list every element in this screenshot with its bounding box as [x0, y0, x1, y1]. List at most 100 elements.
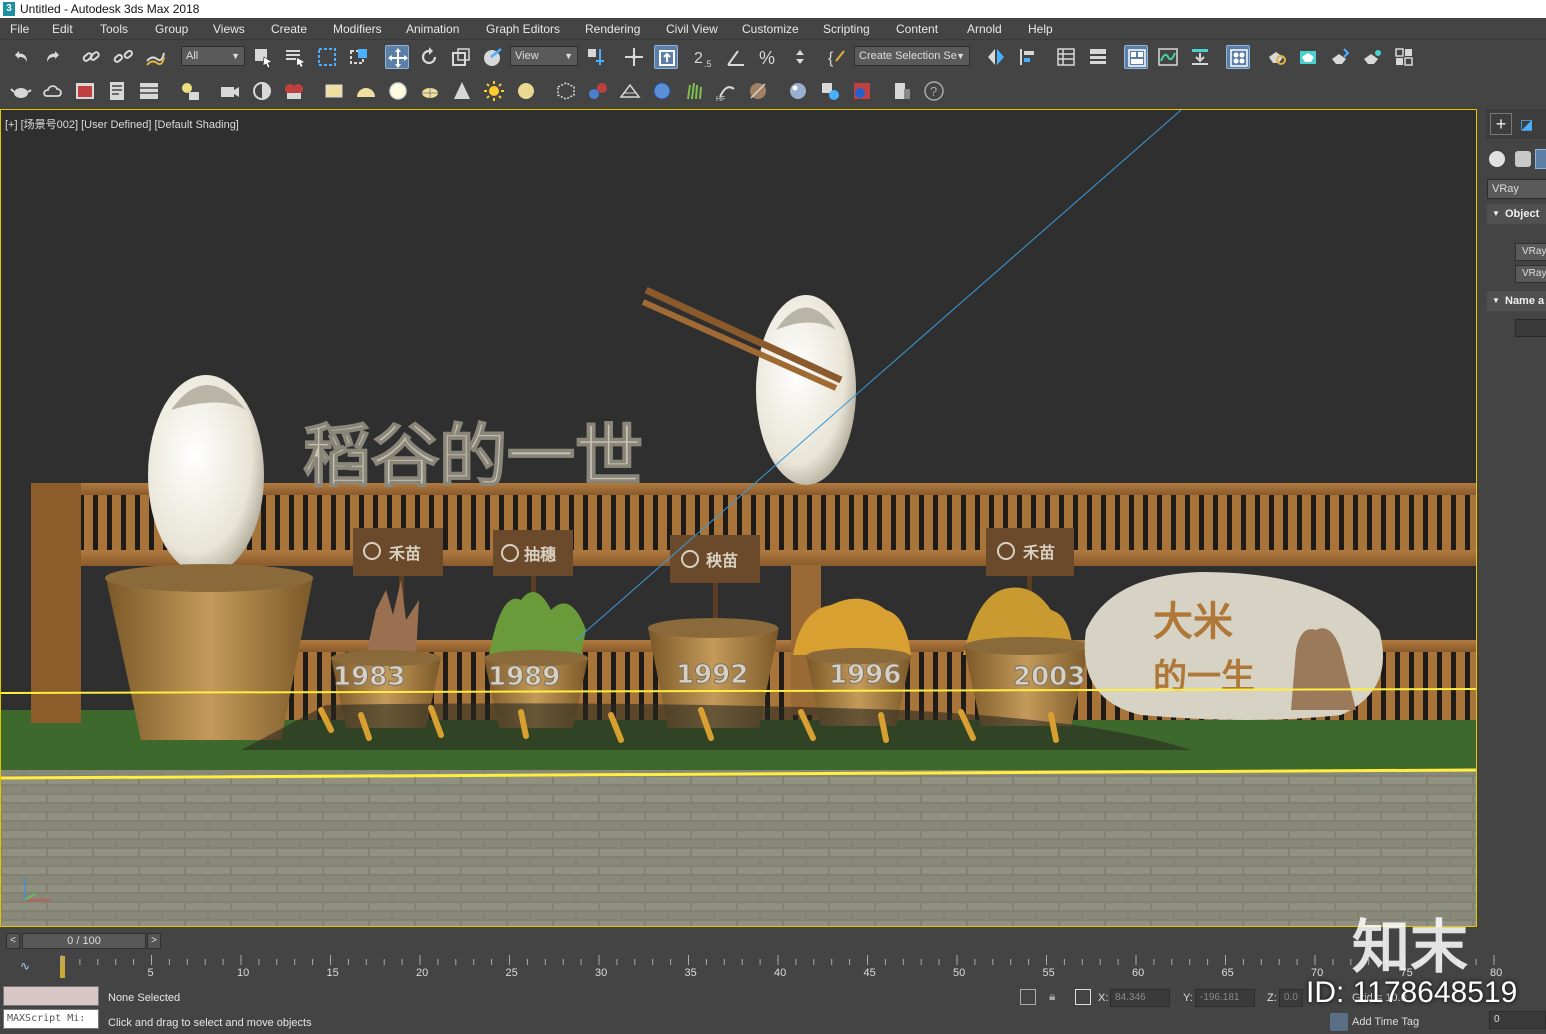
material-ball-icon[interactable] — [786, 79, 810, 103]
vray-log-icon[interactable] — [890, 79, 914, 103]
bind-spacewarp-icon[interactable] — [143, 45, 167, 69]
select-and-scale-icon[interactable] — [449, 45, 473, 69]
document-icon[interactable] — [105, 79, 129, 103]
toggle-ribbon-icon[interactable] — [1124, 45, 1148, 69]
menu-rendering[interactable]: Rendering — [585, 22, 640, 36]
vray-object-button[interactable]: VRay — [1515, 243, 1546, 261]
menu-file[interactable]: File — [10, 22, 29, 36]
vray-material-override-icon[interactable] — [818, 79, 842, 103]
vray-plane-light-icon[interactable] — [322, 79, 346, 103]
perspective-viewport[interactable]: 稻谷的一世 禾苗 抽穗 秧苗 禾苗 1983 1989 1992 1996 20… — [0, 109, 1477, 927]
select-and-move-icon[interactable] — [385, 45, 409, 69]
shapes-category-icon[interactable] — [1515, 151, 1531, 167]
vray-clipper-icon[interactable] — [746, 79, 770, 103]
absolute-transform-icon[interactable] — [1075, 989, 1091, 1005]
menu-scripting[interactable]: Scripting — [823, 22, 870, 36]
vray-frame-buffer-icon[interactable] — [1392, 45, 1416, 69]
menu-edit[interactable]: Edit — [52, 22, 73, 36]
menu-group[interactable]: Group — [155, 22, 188, 36]
cloud-icon[interactable] — [41, 79, 65, 103]
select-and-rotate-icon[interactable] — [417, 45, 441, 69]
edit-named-sets-icon[interactable]: { — [826, 45, 850, 69]
rendered-frame-window-icon[interactable] — [1296, 45, 1320, 69]
time-slider-prev-button[interactable]: < — [6, 933, 20, 949]
time-tag-icon[interactable] — [1330, 1013, 1348, 1031]
reference-coord-dropdown[interactable]: View ▼ — [510, 46, 578, 66]
y-coordinate-field[interactable]: -196.181 — [1195, 989, 1255, 1007]
name-color-rollout[interactable]: ▼ Name a — [1487, 291, 1546, 311]
menu-customize[interactable]: Customize — [742, 22, 799, 36]
angle-snap-icon[interactable] — [724, 45, 748, 69]
select-object-icon[interactable] — [251, 45, 275, 69]
create-tab-plus-icon[interactable]: + — [1490, 113, 1512, 135]
frame-buffer-icon[interactable] — [73, 79, 97, 103]
render-activeshade-icon[interactable] — [1360, 45, 1384, 69]
vray-ambient-light-icon[interactable] — [514, 79, 538, 103]
vray-object-icon[interactable] — [586, 79, 610, 103]
unlink-icon[interactable] — [111, 45, 135, 69]
lights-category-icon[interactable] — [1535, 149, 1546, 169]
vray-render-elements-icon[interactable] — [850, 79, 874, 103]
object-type-rollout[interactable]: ▼ Object — [1487, 204, 1546, 224]
vray-sun-icon[interactable] — [482, 79, 506, 103]
menu-content[interactable]: Content — [896, 22, 938, 36]
selection-filter-dropdown[interactable]: All ▼ — [181, 46, 245, 66]
teapot-icon[interactable] — [9, 79, 33, 103]
window-crossing-icon[interactable] — [347, 45, 371, 69]
help-icon[interactable]: ? — [922, 79, 946, 103]
vray-fur-icon[interactable] — [682, 79, 706, 103]
vray-sphere-light-icon[interactable] — [386, 79, 410, 103]
menu-civil-view[interactable]: Civil View — [666, 22, 718, 36]
viewport-label[interactable]: [+] [场景号002] [User Defined] [Default Sha… — [5, 116, 239, 132]
mirror-icon[interactable] — [984, 45, 1008, 69]
menu-arnold[interactable]: Arnold — [967, 22, 1002, 36]
link-icon[interactable] — [79, 45, 103, 69]
isolate-selection-icon[interactable] — [1020, 989, 1036, 1005]
percent-snap-icon[interactable]: % — [756, 45, 780, 69]
align-icon[interactable] — [1016, 45, 1040, 69]
spinner-snap-icon[interactable] — [788, 45, 812, 69]
geometry-category-icon[interactable] — [1489, 151, 1505, 167]
vray-sphere-icon[interactable] — [650, 79, 674, 103]
time-slider-thumb[interactable]: 0 / 100 — [22, 933, 146, 949]
x-coordinate-field[interactable]: 84.346 — [1110, 989, 1170, 1007]
maxscript-listener-output[interactable] — [3, 986, 99, 1006]
vray-ambient-button[interactable]: VRayAm — [1515, 265, 1546, 283]
current-frame-field[interactable]: 0 — [1489, 1011, 1546, 1029]
curve-editor-icon[interactable] — [1156, 45, 1180, 69]
list-icon[interactable] — [137, 79, 161, 103]
light-lister-icon[interactable] — [178, 79, 202, 103]
snaps-toggle-icon[interactable]: 2.5 — [692, 45, 716, 69]
camera-icon[interactable] — [218, 79, 242, 103]
redo-icon[interactable] — [41, 45, 65, 69]
vray-cam-icon[interactable] — [282, 79, 306, 103]
menu-tools[interactable]: Tools — [100, 22, 128, 36]
rect-selection-icon[interactable] — [315, 45, 339, 69]
named-selection-set-dropdown[interactable]: Create Selection Se ▼ — [854, 46, 970, 66]
menu-create[interactable]: Create — [271, 22, 307, 36]
manipulate-icon[interactable] — [622, 45, 646, 69]
render-setup-icon[interactable] — [1264, 45, 1288, 69]
vray-plane-icon[interactable] — [618, 79, 642, 103]
z-coordinate-field[interactable]: 0.0 — [1279, 989, 1303, 1007]
material-editor-icon[interactable] — [1226, 45, 1250, 69]
menu-graph-editors[interactable]: Graph Editors — [486, 22, 560, 36]
keyboard-shortcut-toggle-icon[interactable] — [654, 45, 678, 69]
select-and-place-icon[interactable] — [481, 45, 505, 69]
menu-help[interactable]: Help — [1028, 22, 1053, 36]
layer-explorer-icon[interactable] — [1086, 45, 1110, 69]
lock-icon[interactable]: 🔒︎ — [1049, 989, 1061, 1005]
use-pivot-center-icon[interactable] — [584, 45, 608, 69]
schematic-view-icon[interactable] — [1188, 45, 1212, 69]
menu-animation[interactable]: Animation — [406, 22, 459, 36]
vray-hair-icon[interactable]: HF — [714, 79, 738, 103]
menu-modifiers[interactable]: Modifiers — [333, 22, 382, 36]
render-production-icon[interactable] — [1328, 45, 1352, 69]
select-by-name-icon[interactable] — [283, 45, 307, 69]
object-name-field[interactable] — [1515, 319, 1546, 337]
time-slider-next-button[interactable]: > — [147, 933, 161, 949]
menu-views[interactable]: Views — [213, 22, 245, 36]
add-time-tag-button[interactable]: Add Time Tag — [1352, 1016, 1419, 1028]
object-type-dropdown[interactable]: VRay — [1487, 179, 1546, 199]
vray-dome-light-icon[interactable] — [354, 79, 378, 103]
